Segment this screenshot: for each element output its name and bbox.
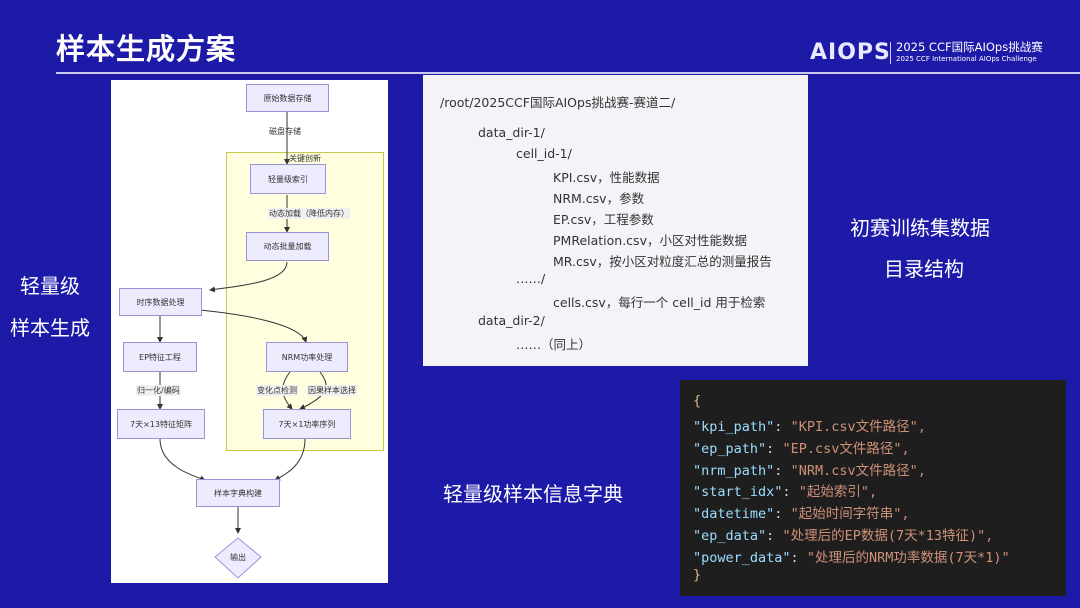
code-key: "kpi_path" (693, 419, 775, 435)
dir-data-dir-1: data_dir-1/ (478, 125, 545, 140)
dir-ep: EP.csv，工程参数 (553, 212, 654, 227)
edge-label-disk: 磁盘存储 (269, 127, 301, 136)
dir-nrm: NRM.csv，参数 (553, 191, 645, 206)
edge-label-dynamic-load: 动态加载（降低内存） (268, 208, 350, 219)
code-close-brace: } (693, 567, 702, 583)
edge-label-change-point: 变化点检测 (256, 385, 298, 396)
code-value: "起始时间字符串", (790, 506, 910, 522)
group-label-key-innovation: 关键创新 (289, 154, 321, 163)
node-raw-storage: 原始数据存储 (246, 84, 329, 112)
node-ep-matrix: 7天×13特征矩阵 (117, 409, 205, 439)
code-value: "处理后的EP数据(7天*13特征)", (782, 528, 994, 544)
code-key: "datetime" (693, 506, 775, 522)
dir-data-dir-2: data_dir-2/ (478, 313, 545, 328)
dir-cell-id-1: cell_id-1/ (516, 146, 572, 161)
code-value: "起始索引", (798, 484, 878, 500)
code-value: "EP.csv文件路径", (782, 441, 910, 457)
node-power-seq: 7天×1功率序列 (263, 409, 351, 439)
node-nrm-power: NRM功率处理 (266, 342, 348, 372)
code-key: "ep_path" (693, 441, 767, 457)
node-ep-feature: EP特征工程 (123, 342, 197, 372)
dir-mr: MR.csv，按小区对粒度汇总的测量报告 (553, 254, 772, 269)
dir-cells: cells.csv，每行一个 cell_id 用于检索 (553, 295, 766, 310)
code-open-brace: { (693, 393, 702, 409)
node-output: 输出 (230, 553, 246, 562)
dir-kpi: KPI.csv，性能数据 (553, 170, 660, 185)
caption-directory-line2: 目录结构 (884, 257, 964, 281)
code-key: "power_data" (693, 550, 791, 566)
dir-pmrelation: PMRelation.csv，小区对性能数据 (553, 233, 747, 248)
code-panel: { "kpi_path": "KPI.csv文件路径", "ep_path": … (680, 380, 1066, 596)
dir-root: /root/2025CCF国际AIOps挑战赛-赛道二/ (440, 95, 676, 110)
node-ts-process: 时序数据处理 (119, 288, 202, 316)
caption-directory-line1: 初赛训练集数据 (850, 216, 990, 240)
edge-label-normalize: 归一化/编码 (136, 385, 181, 396)
edge-label-causal: 因果样本选择 (307, 385, 357, 396)
code-value: "处理后的NRM功率数据(7天*1)" (806, 550, 1010, 566)
code-value: "NRM.csv文件路径", (790, 463, 926, 479)
node-light-index: 轻量级索引 (250, 164, 326, 194)
dir-same: ……（同上） (516, 337, 592, 352)
code-key: "start_idx" (693, 484, 783, 500)
node-dict-build: 样本字典构建 (196, 479, 280, 507)
caption-dictionary: 轻量级样本信息字典 (443, 482, 623, 506)
code-value: "KPI.csv文件路径", (790, 419, 926, 435)
node-dynamic-batch: 动态批量加载 (246, 232, 329, 261)
code-key: "nrm_path" (693, 463, 775, 479)
code-key: "ep_data" (693, 528, 767, 544)
dir-ellipsis: ……/ (516, 271, 546, 286)
